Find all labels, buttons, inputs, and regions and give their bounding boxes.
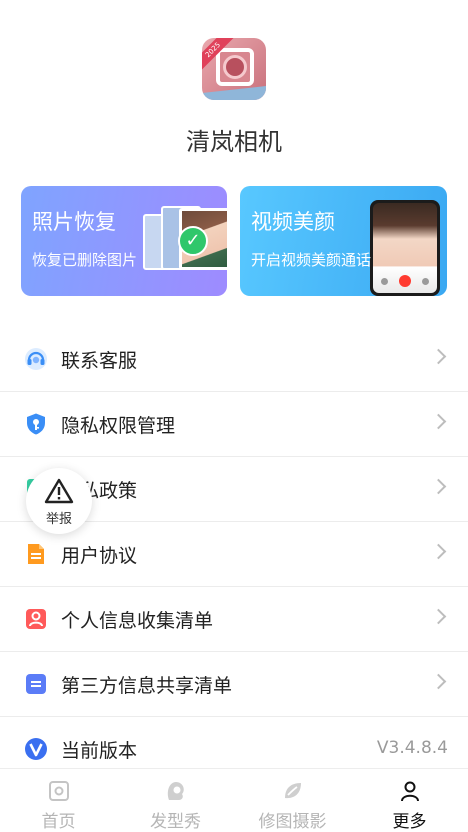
menu-label: 隐私权限管理 [61, 415, 176, 437]
document-icon [28, 544, 44, 564]
chevron-right-icon [430, 413, 447, 430]
settings-menu: 联系客服 隐私权限管理 隐私政策 用户协议 个人信息收集清单 第三方信息共享清单… [0, 327, 468, 782]
photo-recovery-card[interactable]: ✓ 照片恢复 恢复已删除图片 [21, 186, 227, 296]
tab-home[interactable]: 首页 [0, 769, 117, 832]
report-button[interactable]: 举报 [26, 468, 92, 534]
chevron-right-icon [430, 543, 447, 560]
tab-label: 发型秀 [150, 812, 201, 832]
checkmark-icon: ✓ [178, 226, 208, 256]
retouch-icon [285, 783, 301, 799]
chevron-right-icon [430, 673, 447, 690]
person-icon [401, 781, 419, 802]
tab-label: 修图摄影 [258, 812, 327, 832]
hairstyle-icon [167, 782, 184, 800]
headset-icon [25, 348, 47, 370]
shield-key-icon [27, 413, 45, 435]
card-subtitle: 开启视频美颜通话 [251, 251, 372, 269]
warning-triangle-icon [44, 478, 74, 504]
chevron-right-icon [430, 478, 447, 495]
menu-label: 用户协议 [61, 545, 138, 567]
chevron-right-icon [430, 608, 447, 625]
video-beauty-card[interactable]: 视频美颜 开启视频美颜通话 [240, 186, 447, 296]
version-number: V3.4.8.4 [376, 738, 448, 758]
version-v-icon [25, 738, 47, 760]
card-subtitle: 恢复已删除图片 [32, 251, 138, 269]
share-list-icon [26, 674, 46, 694]
menu-label: 当前版本 [61, 740, 138, 762]
chevron-right-icon [430, 348, 447, 365]
tab-more[interactable]: 更多 [351, 769, 468, 832]
app-header: 2025 清岚相机 [0, 0, 468, 180]
menu-item-third-party-sharing[interactable]: 第三方信息共享清单 [0, 652, 468, 717]
tab-label: 首页 [41, 812, 76, 832]
app-logo-icon: 2025 [202, 38, 266, 100]
hangup-icon [399, 275, 411, 287]
report-label: 举报 [45, 512, 72, 527]
menu-item-contact-support[interactable]: 联系客服 [0, 327, 468, 392]
tab-label: 更多 [392, 812, 427, 832]
menu-item-personal-info-list[interactable]: 个人信息收集清单 [0, 587, 468, 652]
phone-call-illustration [370, 200, 440, 296]
menu-label: 个人信息收集清单 [61, 610, 214, 632]
bottom-tab-bar: 首页 发型秀 修图摄影 更多 [0, 768, 468, 832]
menu-label: 第三方信息共享清单 [61, 675, 233, 697]
menu-item-privacy-permissions[interactable]: 隐私权限管理 [0, 392, 468, 457]
menu-label: 联系客服 [61, 350, 138, 372]
card-title: 视频美颜 [251, 210, 335, 234]
app-name: 清岚相机 [186, 128, 282, 156]
card-title: 照片恢复 [32, 210, 116, 234]
person-list-icon [26, 609, 46, 629]
tab-hairstyle[interactable]: 发型秀 [117, 769, 234, 832]
home-icon [49, 781, 69, 801]
tab-retouch[interactable]: 修图摄影 [234, 769, 351, 832]
